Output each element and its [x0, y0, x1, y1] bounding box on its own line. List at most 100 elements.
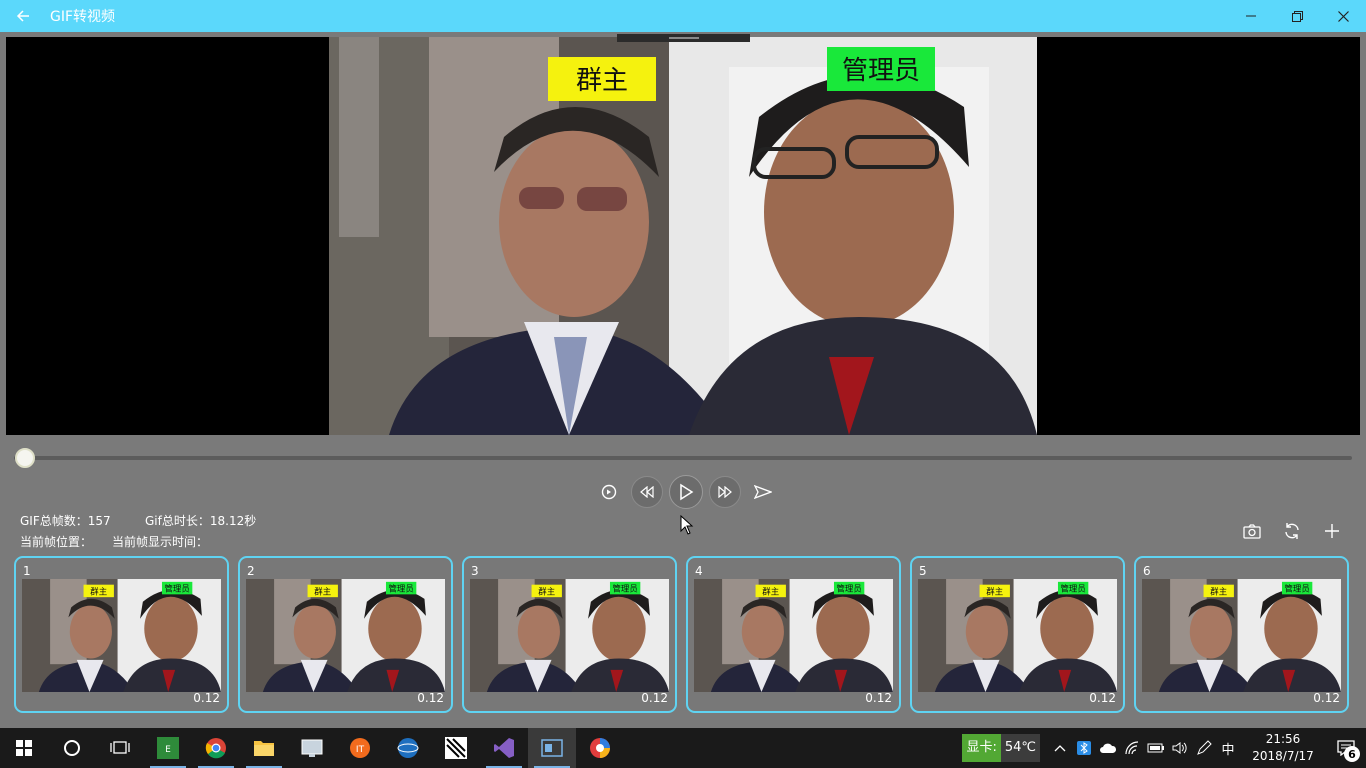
frame-index: 5: [919, 564, 927, 578]
thumb-label-owner: 群主: [90, 586, 107, 596]
frame-thumbnail-image: 群主 管理员: [918, 579, 1117, 692]
task-view-icon[interactable]: [96, 728, 144, 768]
volume-icon[interactable]: [1168, 728, 1192, 768]
refresh-icon: [1285, 523, 1299, 539]
frame-duration: 0.12: [417, 691, 444, 705]
slider-track[interactable]: [14, 456, 1352, 460]
add-icon: [1325, 524, 1339, 538]
system-clock[interactable]: 21:56 2018/7/17: [1244, 731, 1322, 765]
rewind-icon: [640, 486, 654, 498]
rewind-button[interactable]: [631, 476, 663, 508]
screenshot-button[interactable]: [1232, 518, 1272, 544]
frame-duration: 0.12: [193, 691, 220, 705]
visual-studio-icon[interactable]: [480, 728, 528, 768]
thumb-label-admin: 管理员: [1061, 583, 1086, 593]
frame-thumbnail[interactable]: 1 群主 管理员 0.12: [14, 556, 229, 713]
frame-duration: 0.12: [1089, 691, 1116, 705]
fast-forward-button[interactable]: [709, 476, 741, 508]
app-icon[interactable]: [576, 728, 624, 768]
window-title: GIF转视频: [50, 9, 116, 25]
frame-thumbnail-strip: 1 群主 管理员 0.12 2 群主 管理员 0.12 3 群主 管理员 0.12 4 群主 管理员 0.12…: [14, 556, 1352, 713]
frame-thumbnail-image: 群主 管理员: [246, 579, 445, 692]
mouse-cursor-icon: [680, 515, 694, 535]
thumb-label-owner: 群主: [1210, 586, 1227, 596]
app-icon[interactable]: [432, 728, 480, 768]
resize-handle[interactable]: [617, 34, 750, 42]
slider-thumb[interactable]: [15, 448, 35, 468]
windows-start-icon[interactable]: [0, 728, 48, 768]
cortana-icon[interactable]: [48, 728, 96, 768]
frame-thumbnail[interactable]: 6 群主 管理员 0.12: [1134, 556, 1349, 713]
thumb-label-owner: 群主: [538, 586, 555, 596]
bluetooth-icon[interactable]: [1072, 728, 1096, 768]
frame-index: 4: [695, 564, 703, 578]
close-button[interactable]: [1320, 0, 1366, 32]
ime-indicator[interactable]: 中: [1216, 728, 1240, 768]
chrome-icon[interactable]: [192, 728, 240, 768]
arrow-left-icon: [16, 10, 29, 22]
thumb-label-owner: 群主: [762, 586, 779, 596]
gpu-label: 显卡:: [962, 734, 1001, 762]
thumb-label-admin: 管理员: [165, 583, 190, 593]
overlay-label-admin: 管理员: [842, 56, 920, 86]
file-explorer-icon[interactable]: [240, 728, 288, 768]
frame-index: 6: [1143, 564, 1151, 578]
frame-duration: 0.12: [641, 691, 668, 705]
taskbar: E IT 显卡: 54℃ 中 21:56 2018/7/17 6: [0, 728, 1366, 768]
camera-icon: [1243, 523, 1261, 539]
show-hidden-icons-button[interactable]: [1048, 728, 1072, 768]
app-icon[interactable]: [528, 728, 576, 768]
minimize-button[interactable]: [1228, 0, 1274, 32]
app-icon[interactable]: IT: [336, 728, 384, 768]
send-button[interactable]: [747, 476, 779, 508]
close-icon: [1337, 10, 1349, 22]
app-icon[interactable]: [288, 728, 336, 768]
thumb-label-owner: 群主: [314, 586, 331, 596]
add-button[interactable]: [1312, 518, 1352, 544]
gif-preview: 群主 管理员: [6, 34, 1360, 435]
frame-slider[interactable]: [14, 446, 1352, 470]
frame-thumbnail[interactable]: 5 群主 管理员 0.12: [910, 556, 1125, 713]
overlay-label-owner: 群主: [576, 66, 628, 96]
frame-duration: 0.12: [1313, 691, 1340, 705]
restore-icon: [1291, 10, 1303, 22]
app-icon[interactable]: E: [144, 728, 192, 768]
minimize-icon: [1246, 15, 1256, 17]
clock-time: 21:56: [1265, 732, 1301, 746]
frame-index: 1: [23, 564, 31, 578]
thumb-label-admin: 管理员: [1285, 583, 1310, 593]
cloud-icon[interactable]: [1096, 728, 1120, 768]
play-button[interactable]: [669, 475, 703, 509]
frame-thumbnail[interactable]: 3 群主 管理员 0.12: [462, 556, 677, 713]
battery-icon[interactable]: [1144, 728, 1168, 768]
frame-index: 2: [247, 564, 255, 578]
thumb-label-admin: 管理员: [837, 583, 862, 593]
play-icon: [680, 483, 694, 501]
loop-button[interactable]: [593, 476, 625, 508]
fast-forward-icon: [718, 486, 732, 498]
title-bar: GIF转视频: [0, 0, 1366, 32]
frame-thumbnail-image: 群主 管理员: [22, 579, 221, 692]
frame-tools: [1232, 518, 1352, 544]
gpu-temperature[interactable]: 显卡: 54℃: [962, 733, 1040, 763]
frame-thumbnail[interactable]: 2 群主 管理员 0.12: [238, 556, 453, 713]
system-tray: 显卡: 54℃ 中 21:56 2018/7/17 6: [962, 728, 1366, 768]
app-window: GIF转视频 群主 管理员 GIF总帧数：157 Gif总时长：18.12秒 当…: [0, 0, 1366, 768]
back-button[interactable]: [0, 0, 46, 32]
app-icon[interactable]: [384, 728, 432, 768]
gpu-temp-value: 54℃: [1000, 734, 1040, 762]
refresh-button[interactable]: [1272, 518, 1312, 544]
clock-date: 2018/7/17: [1252, 749, 1314, 763]
thumb-label-admin: 管理员: [389, 583, 414, 593]
wifi-icon[interactable]: [1120, 728, 1144, 768]
send-icon: [754, 485, 772, 499]
frame-index: 3: [471, 564, 479, 578]
svg-text:E: E: [165, 745, 171, 755]
frame-duration: 0.12: [865, 691, 892, 705]
frame-thumbnail-image: 群主 管理员: [1142, 579, 1341, 692]
frame-thumbnail[interactable]: 4 群主 管理员 0.12: [686, 556, 901, 713]
restore-button[interactable]: [1274, 0, 1320, 32]
svg-text:IT: IT: [356, 745, 365, 755]
action-center-button[interactable]: 6: [1326, 728, 1366, 768]
pen-icon[interactable]: [1192, 728, 1216, 768]
